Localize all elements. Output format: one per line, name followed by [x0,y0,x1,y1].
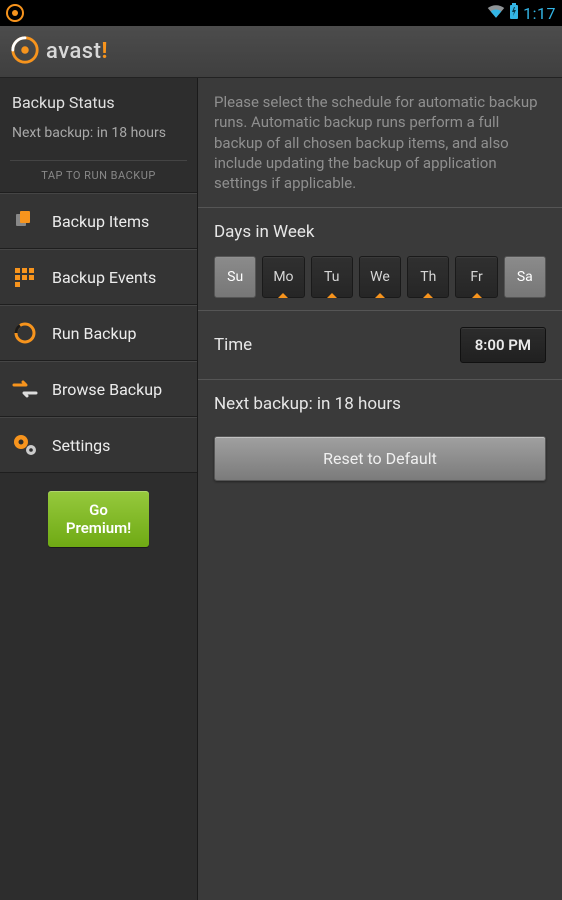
run-backup-icon [12,320,38,346]
backup-status-subtitle: Next backup: in 18 hours [12,124,185,143]
status-clock: 1:17 [523,4,556,23]
day-toggle-th[interactable]: Th [407,256,449,298]
sidebar-item-label: Run Backup [52,325,136,343]
sidebar-item-label: Backup Events [52,269,156,287]
app-brand: avast! [10,35,108,69]
day-toggle-fr[interactable]: Fr [455,256,497,298]
sidebar-item-label: Backup Items [52,213,149,231]
battery-icon [509,3,519,23]
sidebar-item-run-backup[interactable]: Run Backup [0,305,197,361]
days-section: Days in Week SuMoTuWeThFrSa [198,208,562,310]
time-row: Time 8:00 PM [198,311,562,379]
day-selected-indicator-icon [278,293,288,298]
android-status-bar: 1:17 [0,0,562,26]
backup-items-icon [12,208,38,234]
next-backup-text: Next backup: in 18 hours [198,380,562,436]
main-content: Please select the schedule for automatic… [198,78,562,900]
sidebar-item-backup-items[interactable]: Backup Items [0,193,197,249]
day-selected-indicator-icon [327,293,337,298]
browse-backup-icon [12,376,38,402]
day-toggle-we[interactable]: We [359,256,401,298]
days-in-week-label: Days in Week [214,222,546,242]
notification-avast-icon [6,4,24,22]
time-label: Time [214,335,252,355]
reset-to-default-button[interactable]: Reset to Default [214,436,546,481]
day-selected-indicator-icon [375,293,385,298]
go-premium-button[interactable]: Go Premium! [48,491,149,547]
backup-status-block: Backup Status Next backup: in 18 hours [0,78,197,154]
time-picker-button[interactable]: 8:00 PM [460,327,546,363]
tap-to-run-hint: TAP TO RUN BACKUP [0,161,197,193]
avast-logo-icon [10,35,40,69]
sidebar-item-browse-backup[interactable]: Browse Backup [0,361,197,417]
backup-events-icon [12,264,38,290]
sidebar-item-label: Settings [52,437,110,455]
wifi-icon [487,4,505,22]
day-selected-indicator-icon [472,293,482,298]
app-brand-text: avast! [46,39,108,64]
schedule-description: Please select the schedule for automatic… [198,78,562,207]
sidebar-nav: Backup Items Backup Events [0,193,197,473]
day-toggle-sa[interactable]: Sa [504,256,546,298]
app-title-bar: avast! [0,26,562,78]
sidebar-item-settings[interactable]: Settings [0,417,197,473]
day-toggle-su[interactable]: Su [214,256,256,298]
day-toggle-tu[interactable]: Tu [311,256,353,298]
sidebar: Backup Status Next backup: in 18 hours T… [0,78,198,900]
day-selected-indicator-icon [423,293,433,298]
backup-status-title: Backup Status [12,92,185,114]
days-row: SuMoTuWeThFrSa [214,256,546,298]
sidebar-item-backup-events[interactable]: Backup Events [0,249,197,305]
day-toggle-mo[interactable]: Mo [262,256,304,298]
settings-icon [12,432,38,458]
sidebar-item-label: Browse Backup [52,381,162,399]
